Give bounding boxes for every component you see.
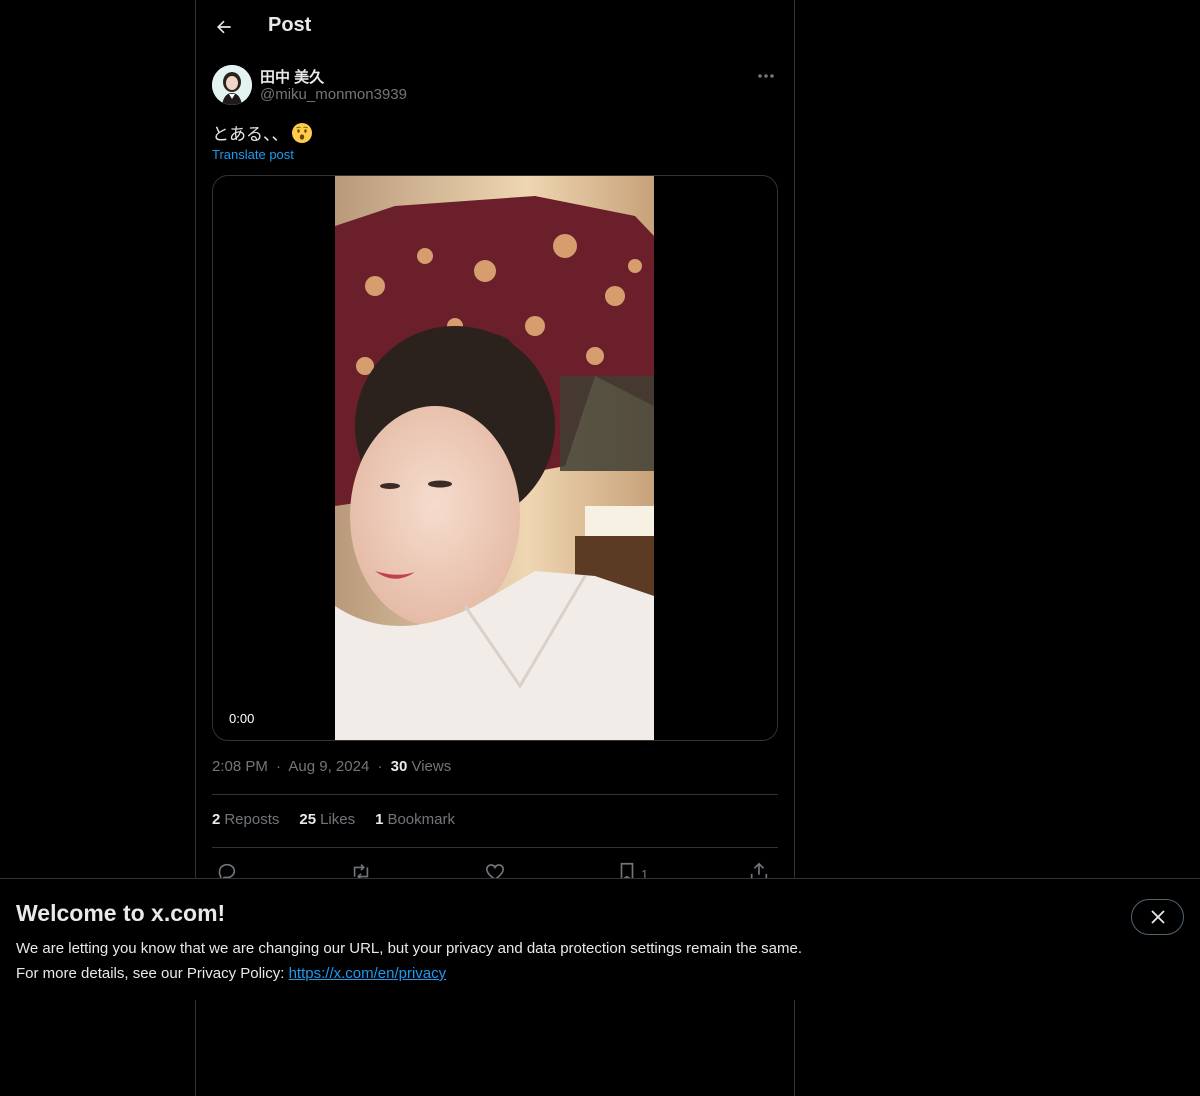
post-time[interactable]: 2:08 PM [212, 758, 268, 775]
post-date[interactable]: Aug 9, 2024 [288, 758, 369, 775]
video-frame [335, 176, 654, 740]
translate-post-link[interactable]: Translate post [212, 147, 294, 162]
banner-title: Welcome to x.com! [16, 900, 226, 926]
video-timecode: 0:00 [223, 709, 261, 728]
bookmarks-label: Bookmark [387, 811, 455, 828]
hushed-face-emoji-icon [291, 122, 312, 143]
banner-line-2: For more details, see our Privacy Policy… [16, 961, 802, 986]
close-banner-button[interactable] [1131, 899, 1184, 935]
post-text: とある、、 [212, 120, 313, 145]
banner-line-1: We are letting you know that we are chan… [16, 940, 802, 957]
likes-stat[interactable]: 25 Likes [299, 811, 355, 828]
reposts-count: 2 [212, 811, 221, 828]
page-title: Post [268, 14, 312, 36]
likes-count: 25 [299, 811, 317, 828]
views-label: Views [407, 758, 452, 775]
divider [212, 794, 778, 795]
avatar-image [212, 65, 252, 105]
avatar[interactable] [212, 65, 252, 105]
reposts-stat[interactable]: 2 Reposts [212, 811, 279, 828]
meta-separator: · [377, 758, 383, 775]
engagement-stats: 2 Reposts 25 Likes 1 Bookmark [212, 811, 455, 828]
author-display-name[interactable]: 田中 美久 [260, 66, 324, 87]
more-horizontal-icon [758, 74, 774, 78]
url-change-banner: Welcome to x.com! We are letting you kno… [0, 878, 1200, 1000]
divider [212, 847, 778, 848]
close-icon [1150, 910, 1165, 924]
video-player[interactable]: 0:00 [212, 175, 778, 741]
back-button[interactable] [208, 11, 240, 43]
post-text-content: とある、、 [212, 125, 289, 144]
meta-separator: · [276, 758, 282, 775]
bookmarks-count: 1 [375, 811, 384, 828]
views-count: 30 [390, 758, 408, 775]
privacy-policy-link[interactable]: https://x.com/en/privacy [289, 965, 447, 982]
author-handle[interactable]: @miku_monmon3939 [260, 86, 407, 103]
post-author-row: 田中 美久 @miku_monmon3939 [212, 64, 778, 108]
banner-text: We are letting you know that we are chan… [16, 936, 802, 986]
post-metadata: 2:08 PM · Aug 9, 2024 · 30 Views [212, 758, 451, 775]
video-thumbnail [335, 176, 654, 740]
more-options-button[interactable] [754, 66, 778, 86]
header-bar: Post [196, 0, 794, 54]
reposts-label: Reposts [224, 811, 280, 828]
banner-line-2-prefix: For more details, see our Privacy Policy… [16, 965, 289, 982]
arrow-left-icon [217, 20, 231, 34]
bookmarks-stat[interactable]: 1 Bookmark [375, 811, 455, 828]
likes-label: Likes [320, 811, 356, 828]
